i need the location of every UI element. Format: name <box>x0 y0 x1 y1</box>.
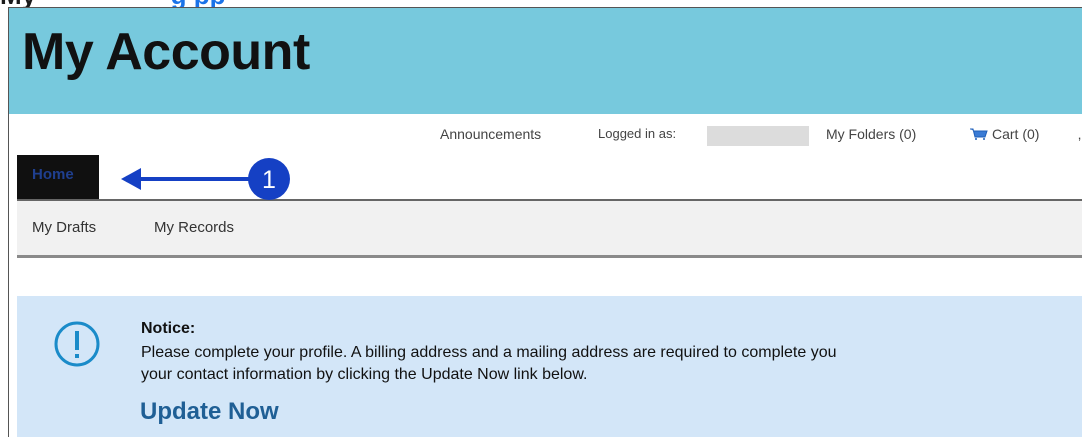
info-exclamation-icon <box>54 321 100 367</box>
notice-message: Please complete your profile. A billing … <box>141 342 1081 386</box>
callout-number: 1 <box>262 166 276 194</box>
update-now-link[interactable]: Update Now <box>140 398 279 426</box>
notice-message-line-2: your contact information by clicking the… <box>141 366 588 383</box>
logged-in-label: Logged in as: <box>598 126 677 141</box>
tab-home[interactable]: Home <box>17 155 99 200</box>
callout-arrow: 1 <box>121 158 290 200</box>
cart-icon <box>970 128 988 140</box>
redacted-username <box>707 126 809 146</box>
utility-nav: Announcements Logged in as: My Folders (… <box>9 126 1082 148</box>
notice-panel: Notice: Please complete your profile. A … <box>17 296 1082 437</box>
page-title: My Account <box>22 23 310 81</box>
announcements-link[interactable]: Announcements <box>440 126 541 142</box>
cart-label: Cart (0) <box>992 126 1040 142</box>
notice-message-line-1: Please complete your profile. A billing … <box>141 344 837 361</box>
subnav-item-my-drafts[interactable]: My Drafts <box>32 219 96 236</box>
my-folders-link[interactable]: My Folders (0) <box>826 126 916 142</box>
subnav-item-my-records[interactable]: My Records <box>154 219 234 236</box>
header-band: My Account <box>9 8 1082 114</box>
tab-home-label: Home <box>32 166 74 183</box>
notice-title: Notice: <box>141 320 196 337</box>
browser-frame: My Account Announcements Logged in as: M… <box>8 7 1082 437</box>
cart-link[interactable]: Cart (0) <box>970 126 1039 142</box>
subnav-bar: My Drafts My Records <box>17 201 1082 258</box>
utility-separator: ‚ <box>1078 126 1082 142</box>
